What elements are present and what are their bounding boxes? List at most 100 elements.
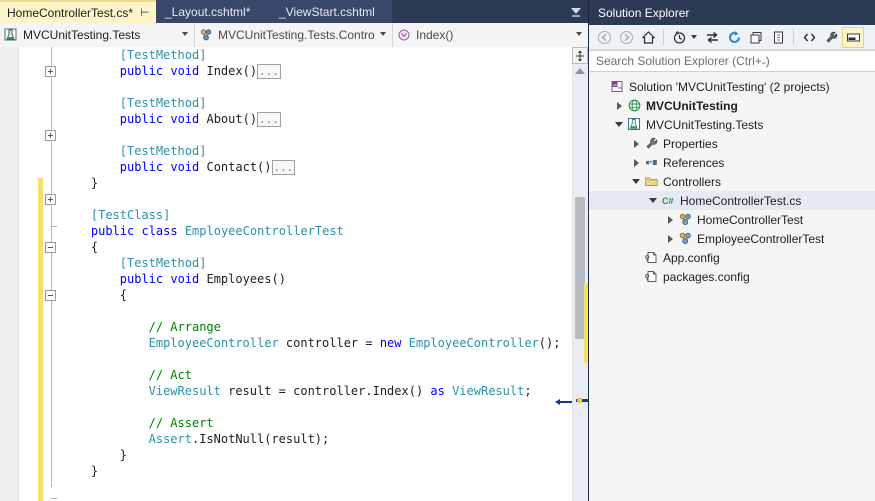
code-line[interactable]: // Assert [62, 415, 558, 431]
code-editor-surface[interactable]: [TestMethod] public void Index()... [Test… [0, 47, 588, 501]
code-line[interactable]: public void Index()... [62, 63, 558, 79]
collapse-region-icon[interactable] [45, 290, 56, 301]
code-line[interactable]: [TestClass] [62, 207, 558, 223]
class-icon [677, 229, 694, 248]
chevron-down-icon[interactable] [691, 35, 697, 39]
solution-tree-item-label: HomeControllerTest.cs [680, 193, 802, 208]
code-line[interactable] [62, 303, 558, 319]
forward-button[interactable] [615, 27, 637, 48]
code-line[interactable] [62, 399, 558, 415]
chevron-right-icon[interactable] [663, 210, 677, 229]
pin-tab-icon[interactable]: ⊣ [140, 6, 150, 19]
indicator-margin[interactable] [0, 47, 19, 501]
code-line[interactable] [62, 79, 558, 95]
test-project-icon [626, 115, 643, 134]
chevron-right-icon[interactable] [612, 96, 626, 115]
code-line[interactable]: [TestMethod] [62, 255, 558, 271]
code-line[interactable]: public void Employees() [62, 271, 558, 287]
chevron-down-icon[interactable] [646, 191, 660, 210]
editor-tab[interactable]: HomeControllerTest.cs*⊣✕ [0, 0, 168, 23]
code-line[interactable]: [TestMethod] [62, 95, 558, 111]
solution-tree-item[interactable]: MVCUnitTesting.Tests [589, 115, 875, 134]
collapse-all-button[interactable] [745, 27, 767, 48]
solution-tree-item[interactable]: HomeControllerTest [589, 210, 875, 229]
home-button[interactable] [637, 27, 659, 48]
code-line[interactable]: EmployeeController controller = new Empl… [62, 335, 561, 351]
code-token: ViewResult [452, 384, 525, 398]
solution-tree-item[interactable]: App.config [589, 248, 875, 267]
solution-tree-item[interactable]: C# HomeControllerTest.cs [589, 191, 875, 210]
refresh-button[interactable] [723, 27, 745, 48]
collapsed-block-icon[interactable]: ... [257, 112, 281, 127]
code-line[interactable]: { [62, 239, 558, 255]
collapsed-block-icon[interactable]: ... [271, 160, 296, 175]
code-line[interactable] [62, 495, 558, 501]
navbar-project-label: MVCUnitTesting.Tests [23, 28, 141, 42]
code-token: ViewResult [148, 384, 221, 398]
back-button[interactable] [593, 27, 615, 48]
code-line[interactable]: // Act [62, 367, 558, 383]
show-all-files-button[interactable] [767, 27, 789, 48]
chevron-down-icon[interactable] [629, 172, 643, 191]
solution-tree-item[interactable]: MVCUnitTesting [589, 96, 875, 115]
editor-tab[interactable]: _ViewStart.cshtml [270, 0, 392, 23]
code-line[interactable]: } [62, 463, 558, 479]
expand-region-icon[interactable] [45, 130, 56, 141]
chevron-right-icon[interactable] [629, 134, 643, 153]
expand-region-icon[interactable] [45, 194, 56, 205]
properties-button[interactable] [820, 27, 842, 48]
code-line[interactable] [62, 479, 558, 495]
navbar-project-dropdown[interactable]: MVCUnitTesting.Tests [0, 23, 195, 47]
navbar-member-dropdown[interactable]: Index() [393, 23, 588, 47]
toolbar-separator [793, 29, 794, 45]
code-line[interactable] [62, 351, 558, 367]
show-all-files-icon [771, 30, 786, 45]
solution-tree-item[interactable]: packages.config [589, 267, 875, 286]
code-line[interactable] [62, 191, 558, 207]
solution-tree-item-label: MVCUnitTesting.Tests [646, 117, 764, 132]
code-line[interactable]: public class EmployeeControllerTest [62, 223, 558, 239]
expand-region-icon[interactable] [45, 66, 56, 77]
collapse-region-icon[interactable] [45, 242, 56, 253]
sync-with-active-document-button[interactable] [701, 27, 723, 48]
csharp-file-icon: C# [660, 191, 677, 210]
code-line[interactable]: { [62, 287, 558, 303]
split-view-icon[interactable] [572, 47, 588, 64]
solution-tree-item[interactable]: Properties [589, 134, 875, 153]
code-line[interactable] [62, 127, 558, 143]
preview-selected-items-button[interactable] [842, 26, 864, 48]
solution-tree-item-label: App.config [663, 250, 720, 265]
solution-tree-item[interactable]: References [589, 153, 875, 172]
tab-overflow-icon[interactable] [566, 3, 586, 21]
view-code-button[interactable] [798, 27, 820, 48]
code-line[interactable]: Assert.IsNotNull(result); [62, 431, 558, 447]
editor-tab[interactable]: _Layout.cshtml* [156, 0, 270, 23]
chevron-right-icon[interactable] [629, 153, 643, 172]
chevron-right-icon[interactable] [663, 229, 677, 248]
code-line[interactable]: [TestMethod] [62, 47, 558, 63]
outlining-guideline [51, 47, 52, 487]
pending-changes-button[interactable] [668, 27, 690, 48]
solution-tree-item[interactable]: EmployeeControllerTest [589, 229, 875, 248]
code-line[interactable]: ViewResult result = controller.Index() a… [62, 383, 558, 399]
refresh-icon [727, 30, 742, 45]
collapsed-block-icon[interactable]: ... [257, 64, 281, 79]
navbar-type-dropdown[interactable]: MVCUnitTesting.Tests.Contro [195, 23, 393, 47]
chevron-down-icon[interactable] [612, 115, 626, 134]
solution-tree-item[interactable]: ∞ Solution 'MVCUnitTesting' (2 projects) [589, 77, 875, 96]
editor-tab-label: _Layout.cshtml* [165, 4, 251, 19]
code-line[interactable]: public void About()... [62, 111, 558, 127]
code-line[interactable]: } [62, 175, 558, 191]
code-line[interactable]: public void Contact()... [62, 159, 558, 175]
code-text[interactable]: [TestMethod] public void Index()... [Test… [62, 47, 561, 501]
code-line[interactable]: // Arrange [62, 319, 558, 335]
solution-explorer-search-input[interactable]: Search Solution Explorer (Ctrl+˗) [589, 50, 875, 72]
solution-tree-item[interactable]: Controllers [589, 172, 875, 191]
code-line[interactable]: [TestMethod] [62, 143, 558, 159]
editor-vertical-scrollbar[interactable] [572, 47, 588, 501]
code-token: controller = [278, 336, 380, 350]
scroll-up-arrow-icon[interactable] [575, 68, 585, 74]
code-line[interactable]: } [62, 447, 558, 463]
outlining-margin[interactable] [44, 47, 60, 501]
